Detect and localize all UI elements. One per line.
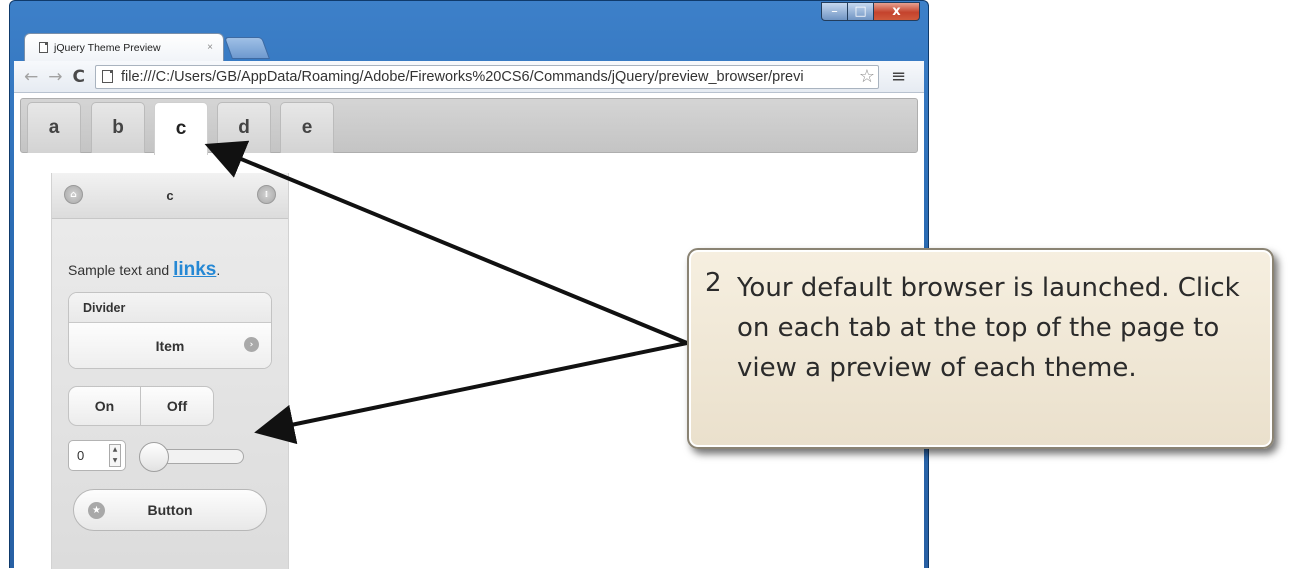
- step-number: 2: [705, 268, 722, 298]
- theme-tab-d[interactable]: d: [217, 102, 271, 153]
- sample-text-label: Sample text and: [68, 262, 174, 278]
- maximize-button[interactable]: □: [848, 2, 874, 21]
- sample-text-period: .: [216, 262, 221, 278]
- grid-icon[interactable]: ⁞: [257, 185, 276, 204]
- on-button[interactable]: On: [68, 386, 141, 426]
- forward-arrow-icon[interactable]: →: [48, 67, 62, 87]
- new-tab-button[interactable]: [223, 37, 271, 59]
- callout-text: Your default browser is launched. Click …: [737, 273, 1240, 383]
- slider-track[interactable]: [139, 442, 244, 472]
- theme-tab-c[interactable]: c: [154, 102, 208, 155]
- theme-tab-a[interactable]: a: [27, 102, 81, 153]
- browser-toolbar: ← → C file:///C:/Users/GB/AppData/Roamin…: [14, 61, 924, 93]
- arrow-right-icon: ›: [244, 337, 259, 352]
- bookmark-star-icon[interactable]: ☆: [859, 66, 875, 87]
- tab-close-icon[interactable]: ×: [207, 42, 213, 53]
- reload-icon[interactable]: C: [73, 67, 85, 87]
- number-spinner[interactable]: 0 ▲ ▼: [68, 440, 126, 471]
- file-page-icon: [101, 70, 113, 83]
- browser-menu-icon[interactable]: ≡: [891, 66, 906, 87]
- mobile-header-title: c: [166, 188, 174, 203]
- list-divider: Divider: [69, 293, 271, 323]
- address-bar[interactable]: file:///C:/Users/GB/AppData/Roaming/Adob…: [94, 64, 879, 89]
- theme-tab-e[interactable]: e: [280, 102, 334, 153]
- list-view: Divider Item ›: [68, 292, 272, 369]
- list-item-label: Item: [155, 337, 185, 354]
- theme-tab-bar: a b c d e: [20, 98, 918, 155]
- sample-text: Sample text and links.: [68, 259, 220, 281]
- spinner-value: 0: [77, 448, 85, 463]
- page-icon: [39, 42, 48, 53]
- browser-tab[interactable]: jQuery Theme Preview ×: [24, 33, 224, 61]
- off-button[interactable]: Off: [141, 386, 214, 426]
- browser-tab-title: jQuery Theme Preview: [54, 41, 161, 54]
- instruction-callout: 2 Your default browser is launched. Clic…: [687, 248, 1274, 449]
- browser-tabstrip: jQuery Theme Preview ×: [10, 27, 928, 61]
- mobile-header: ⌂ c ⁞: [52, 173, 288, 219]
- theme-tab-b[interactable]: b: [91, 102, 145, 153]
- minimize-button[interactable]: –: [821, 2, 848, 21]
- slider-handle[interactable]: [139, 442, 169, 472]
- url-text: file:///C:/Users/GB/AppData/Roaming/Adob…: [120, 68, 804, 85]
- mobile-preview-page: ⌂ c ⁞ Sample text and links. Divider Ite…: [51, 173, 289, 569]
- window-controls: – □ x: [821, 2, 920, 21]
- close-window-button[interactable]: x: [874, 2, 920, 21]
- on-off-control-group: On Off: [68, 386, 214, 426]
- sample-button-label: Button: [147, 502, 193, 518]
- sample-button[interactable]: ★ Button: [73, 489, 267, 531]
- home-icon[interactable]: ⌂: [64, 185, 83, 204]
- sample-link[interactable]: links: [173, 259, 216, 280]
- list-item[interactable]: Item ›: [69, 323, 271, 368]
- back-arrow-icon[interactable]: ←: [24, 67, 38, 87]
- star-icon: ★: [88, 502, 105, 519]
- spinner-arrows-icon[interactable]: ▲ ▼: [109, 444, 121, 467]
